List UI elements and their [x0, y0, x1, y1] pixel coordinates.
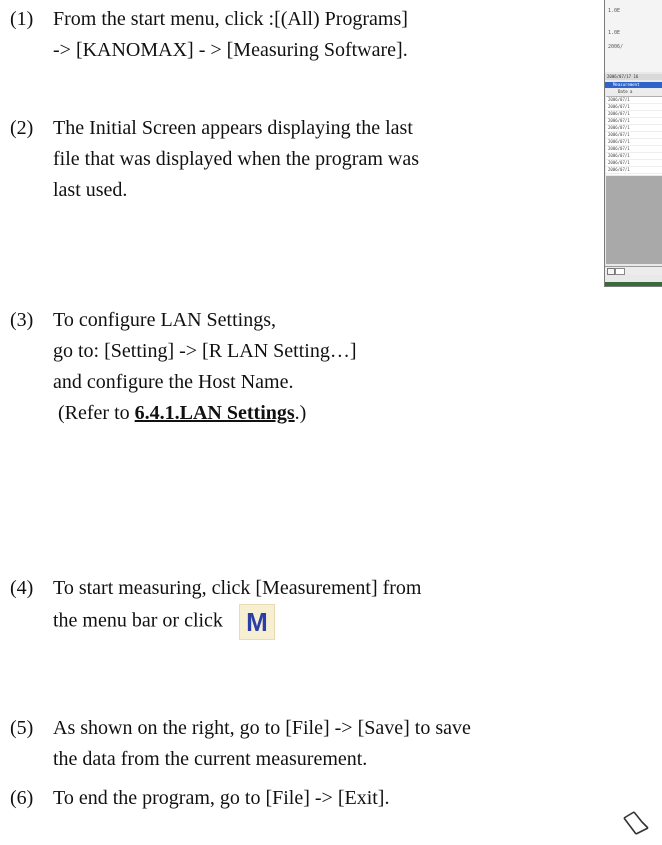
step-number: (2)	[10, 117, 34, 139]
table-row[interactable]: 2006/07/1	[606, 104, 662, 111]
measurement-window-titlebar[interactable]: Measurement	[605, 82, 662, 88]
table-row[interactable]: 2006/07/1	[606, 111, 662, 118]
step-text-line: go to: [Setting] -> [R LAN Setting…]	[53, 340, 357, 362]
step-text-line: the data from the current measurement.	[53, 748, 368, 770]
data-table: Date a 2006/07/1 2006/07/1 2006/07/1 200…	[606, 89, 662, 175]
step-text-line: the menu bar or click	[53, 609, 223, 632]
table-row[interactable]: 2006/07/1	[606, 167, 662, 174]
step-text-line: To start measuring, click [Measurement] …	[53, 577, 422, 599]
pointing-hand-icon	[623, 811, 649, 835]
window-bottom-edge	[605, 282, 662, 286]
step-text-line: file that was displayed when the program…	[53, 148, 420, 170]
step-text-line: From the start menu, click :[(All) Progr…	[53, 8, 408, 30]
graph-tick-label: 2006/	[608, 44, 624, 50]
table-row[interactable]: 2006/07/1	[606, 118, 662, 125]
step-number: (4)	[10, 577, 34, 599]
step-number: (1)	[10, 8, 34, 30]
horizontal-scrollbar[interactable]	[605, 266, 662, 275]
step-text-line: To configure LAN Settings,	[53, 309, 277, 331]
step-text-line: -> [KANOMAX] - > [Measuring Software].	[53, 39, 408, 61]
table-row[interactable]: 2006/07/1	[606, 125, 662, 132]
table-row[interactable]: 2006/07/1	[606, 139, 662, 146]
step-text-line: To end the program, go to [File] -> [Exi…	[53, 787, 390, 809]
graph-area: 1.0E 1.0E 2006/	[605, 0, 662, 72]
measurement-button-icon[interactable]: M	[238, 604, 275, 640]
table-row[interactable]: 2006/07/1	[606, 97, 662, 104]
table-row[interactable]: 2006/07/1	[606, 160, 662, 167]
graph-tick-label: 1.0E	[608, 30, 621, 36]
step-number: (6)	[10, 787, 34, 809]
section-reference-link[interactable]: 6.4.1.LAN Settings	[135, 402, 295, 424]
step-text-line: last used.	[53, 179, 128, 201]
table-row[interactable]: 2006/07/1	[606, 153, 662, 160]
step-number: (5)	[10, 717, 34, 739]
scroll-left-icon[interactable]	[607, 268, 615, 275]
software-screenshot: 1.0E 1.0E 2006/ 2006/07/17 16 Measuremen…	[604, 0, 662, 287]
empty-panel	[606, 176, 662, 264]
graph-tick-label: 1.0E	[608, 8, 621, 14]
status-bar: 2006/07/17 16	[605, 74, 662, 80]
step-number: (3)	[10, 309, 34, 331]
step-text-line: and configure the Host Name.	[53, 371, 294, 393]
reference-line: (Refer to 6.4.1.LAN Settings.)	[53, 402, 307, 424]
step-text-line: The Initial Screen appears displaying th…	[53, 117, 413, 139]
table-row[interactable]: 2006/07/1	[606, 146, 662, 153]
step-text-line: As shown on the right, go to [File] -> […	[53, 717, 471, 739]
table-row[interactable]: 2006/07/1	[606, 132, 662, 139]
scroll-thumb[interactable]	[615, 268, 625, 275]
table-header: Date a	[606, 89, 662, 97]
